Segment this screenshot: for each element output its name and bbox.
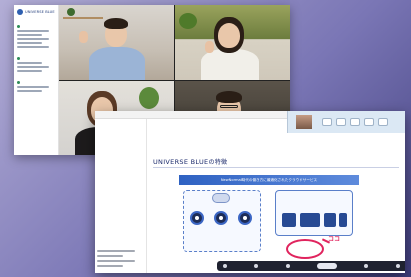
sidebar-section-1[interactable] [17, 24, 55, 28]
slide-title-en: UNIVERSE BLUE [153, 158, 209, 166]
sidebar-item[interactable] [17, 34, 42, 36]
video-tile-participant-2[interactable] [175, 5, 290, 80]
sidebar-list [97, 247, 144, 267]
panel-button[interactable] [336, 118, 346, 126]
webinar-window: UNIVERSE BLUEの特徴 NewNormal時代の働き方に最適化されたク… [95, 111, 405, 273]
glasses-icon [220, 104, 238, 108]
presenter-thumbnail[interactable] [296, 115, 312, 129]
sidebar-section-3[interactable] [17, 80, 55, 84]
device-icon [300, 213, 320, 227]
panel-button[interactable] [364, 118, 374, 126]
sidebar-section-2[interactable] [17, 56, 55, 60]
leave-button[interactable] [316, 263, 337, 269]
shelf [63, 17, 103, 19]
waving-hand-icon [205, 41, 214, 53]
logo-icon [17, 9, 23, 15]
app-logo-text: UNIVERSE BLUE [25, 10, 55, 14]
shared-slide: UNIVERSE BLUEの特徴 NewNormal時代の働き方に最適化されたク… [147, 153, 405, 273]
webinar-sidebar [95, 119, 147, 273]
cloud-diagram [183, 190, 261, 252]
participant-hair [216, 90, 242, 103]
app-logo[interactable]: UNIVERSE BLUE [17, 9, 55, 15]
sidebar-item[interactable] [17, 66, 50, 68]
slide-title: UNIVERSE BLUEの特徴 [153, 157, 227, 166]
sidebar-item[interactable] [17, 42, 42, 44]
presenter-panel [287, 111, 405, 133]
sidebar-item[interactable] [97, 265, 123, 267]
desktop-background: UNIVERSE BLUE UNIVERSE BLUEの特徴 NewNormal… [0, 0, 411, 277]
status-dot-icon [17, 80, 20, 84]
service-node-icon [238, 211, 252, 225]
sidebar-item[interactable] [17, 62, 42, 64]
plant [67, 8, 75, 16]
sidebar-item[interactable] [17, 38, 50, 40]
status-dot-icon [17, 56, 20, 60]
participant-face [218, 23, 240, 48]
service-node-icon [190, 211, 204, 225]
plant [179, 13, 197, 29]
sidebar-item[interactable] [17, 46, 50, 48]
participant-body [89, 47, 145, 80]
video-tile-participant-1[interactable] [59, 5, 174, 80]
panel-button[interactable] [378, 118, 388, 126]
status-dot-icon [17, 24, 20, 28]
sidebar-item[interactable] [17, 86, 50, 88]
participant-hair [104, 18, 128, 29]
mic-icon[interactable] [223, 264, 227, 268]
sidebar-item[interactable] [97, 255, 123, 257]
waving-hand-icon [79, 31, 88, 43]
slide-title-ja: の特徴 [208, 159, 228, 166]
divider [153, 167, 399, 168]
device-diagram [275, 190, 353, 236]
participants-icon[interactable] [395, 264, 400, 268]
participant-body [201, 49, 259, 80]
plant [139, 86, 159, 109]
slide-banner: NewNormal時代の働き方に最適化されたクラウドサービス [179, 175, 359, 185]
highlight-circle [286, 239, 324, 259]
sidebar-item[interactable] [97, 260, 135, 262]
device-icon [339, 213, 347, 227]
sidebar-item[interactable] [17, 30, 50, 32]
share-icon[interactable] [285, 264, 290, 268]
service-node-icon [214, 211, 228, 225]
callout-label: ココ [328, 236, 341, 243]
chat-icon[interactable] [364, 264, 369, 268]
presentation-control-bar [217, 261, 405, 271]
device-icon [282, 213, 296, 227]
camera-icon[interactable] [254, 264, 259, 268]
panel-button[interactable] [322, 118, 332, 126]
panel-button[interactable] [350, 118, 360, 126]
sidebar-item[interactable] [17, 90, 42, 92]
sidebar-item[interactable] [97, 250, 135, 252]
sidebar-item[interactable] [17, 70, 42, 72]
cloud-icon [212, 193, 230, 203]
meeting-sidebar: UNIVERSE BLUE [14, 5, 59, 155]
device-icon [324, 213, 336, 227]
